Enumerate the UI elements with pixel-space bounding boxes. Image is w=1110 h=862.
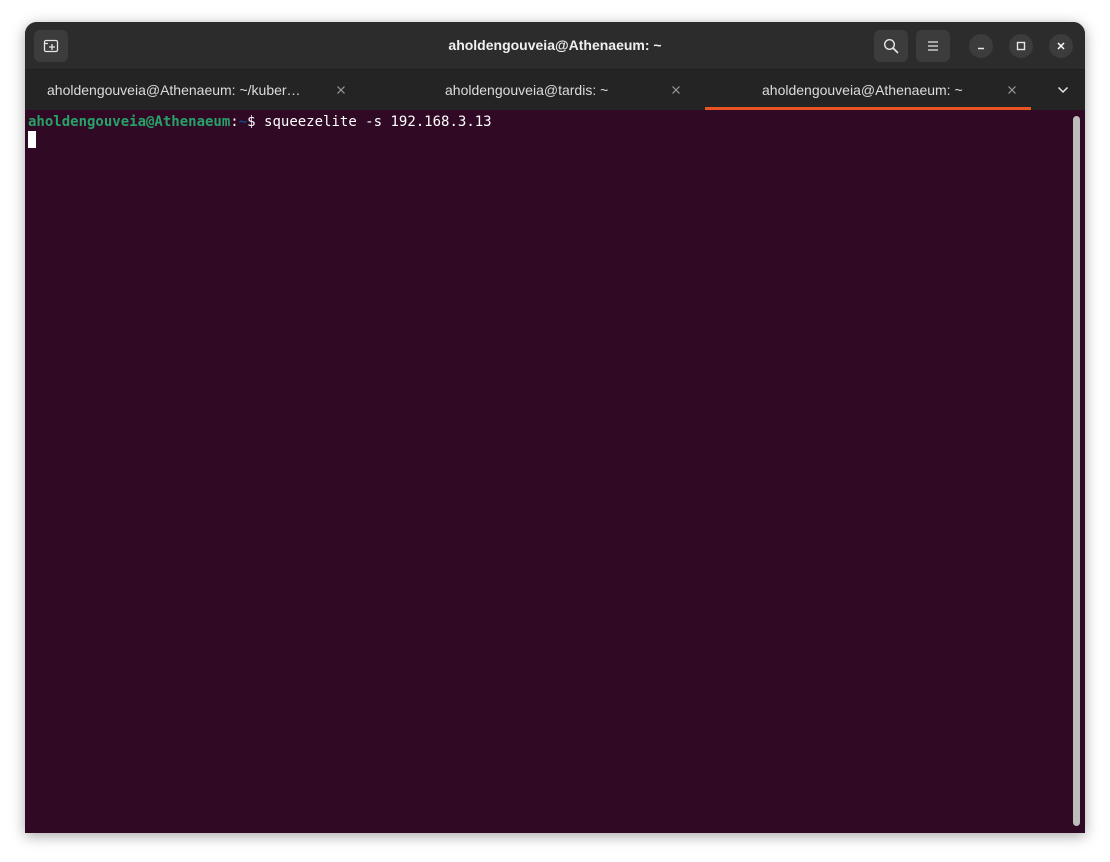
header-bar: aholdengouveia@Athenaeum: ~ — [25, 22, 1085, 70]
text-cursor — [28, 131, 36, 148]
tab-close-icon[interactable] — [669, 83, 683, 97]
tab-bar: aholdengouveia@Athenaeum: ~/kuber… ahold… — [25, 70, 1085, 110]
maximize-icon — [1016, 41, 1026, 51]
menu-button[interactable] — [916, 30, 950, 62]
tab-athenaeum-kuber[interactable]: aholdengouveia@Athenaeum: ~/kuber… — [25, 70, 363, 110]
tab-overview-button[interactable] — [1051, 82, 1075, 98]
tab-label: aholdengouveia@tardis: ~ — [445, 82, 609, 98]
minimize-button[interactable] — [969, 34, 993, 58]
scrollbar-thumb[interactable] — [1073, 116, 1080, 826]
hamburger-menu-icon — [928, 41, 938, 51]
command-text: squeezelite -s 192.168.3.13 — [255, 114, 492, 130]
close-window-button[interactable] — [1049, 34, 1073, 58]
chevron-down-icon — [1057, 86, 1069, 94]
search-icon — [883, 38, 899, 54]
command-line: aholdengouveia@Athenaeum:~$ squeezelite … — [28, 114, 492, 131]
prompt-user-host: aholdengouveia@Athenaeum — [28, 114, 231, 130]
prompt-symbol: $ — [247, 114, 256, 130]
tab-tardis[interactable]: aholdengouveia@tardis: ~ — [363, 70, 705, 110]
new-tab-icon — [43, 39, 59, 53]
close-icon — [1057, 42, 1065, 50]
prompt-separator: : — [230, 114, 239, 130]
tab-close-icon[interactable] — [334, 83, 348, 97]
prompt-path: ~ — [238, 114, 248, 130]
new-tab-button[interactable] — [34, 30, 68, 62]
tab-close-icon[interactable] — [1005, 83, 1019, 97]
search-button[interactable] — [874, 30, 908, 62]
tab-label: aholdengouveia@Athenaeum: ~/kuber… — [47, 82, 301, 98]
maximize-button[interactable] — [1009, 34, 1033, 58]
terminal-view[interactable]: aholdengouveia@Athenaeum:~$ squeezelite … — [25, 110, 1085, 833]
tab-label: aholdengouveia@Athenaeum: ~ — [762, 82, 963, 98]
scrollbar[interactable] — [1073, 116, 1080, 826]
terminal-window: aholdengouveia@Athenaeum: ~ aholdengouve… — [25, 22, 1085, 833]
tab-athenaeum-active[interactable]: aholdengouveia@Athenaeum: ~ — [705, 70, 1031, 110]
minimize-icon — [978, 47, 984, 50]
